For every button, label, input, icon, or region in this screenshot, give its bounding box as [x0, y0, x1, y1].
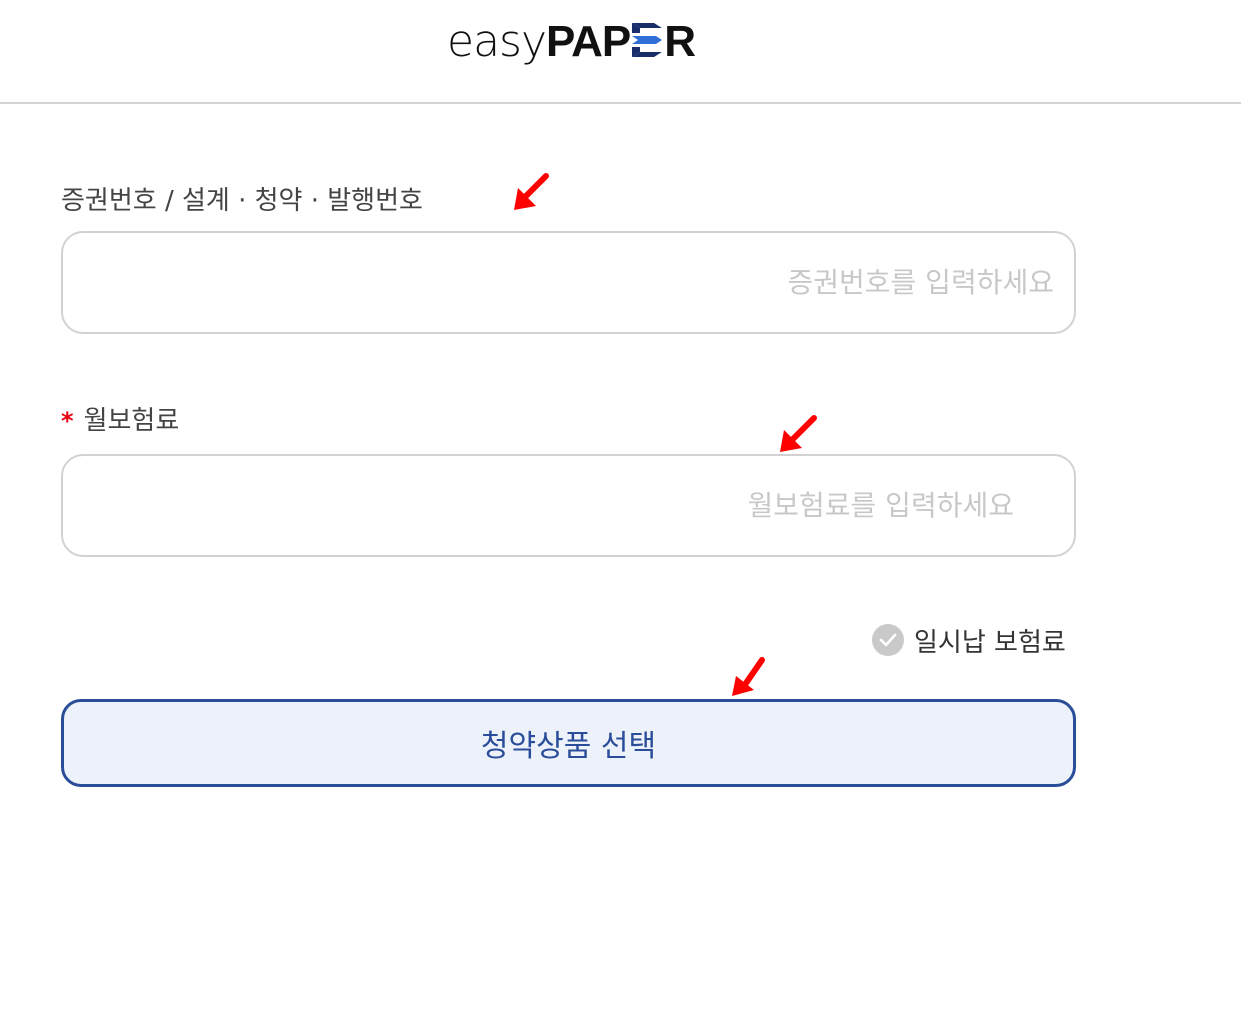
required-mark: *	[61, 407, 74, 435]
logo-text-easy: easy	[447, 16, 547, 67]
checkmark-icon[interactable]	[872, 624, 904, 656]
red-arrow-icon	[780, 415, 817, 452]
monthly-premium-field[interactable]	[61, 454, 1076, 557]
certificate-number-input[interactable]	[63, 233, 1074, 332]
logo-text-r: R	[664, 17, 696, 66]
logo-text-paper: PAP R	[546, 17, 696, 67]
logo-e-icon	[632, 18, 663, 57]
red-arrow-icon	[514, 173, 549, 210]
monthly-premium-label: 월보험료	[83, 406, 180, 436]
page-header: easy PAP R	[0, 0, 1241, 104]
monthly-premium-label-row: * 월보험료	[61, 400, 179, 437]
lump-sum-checkbox[interactable]: 일시납 보험료	[872, 620, 1066, 660]
logo-text-pap: PAP	[546, 17, 631, 66]
certificate-number-label: 증권번호 / 설계 · 청약 · 발행번호	[61, 186, 423, 216]
certificate-number-field[interactable]	[61, 231, 1076, 334]
red-arrow-icon	[732, 657, 765, 696]
lump-sum-label: 일시납 보험료	[914, 627, 1066, 658]
easypaper-logo: easy PAP R	[447, 16, 696, 72]
monthly-premium-input[interactable]	[63, 456, 1074, 555]
select-subscription-product-button[interactable]: 청약상품 선택	[61, 699, 1076, 787]
